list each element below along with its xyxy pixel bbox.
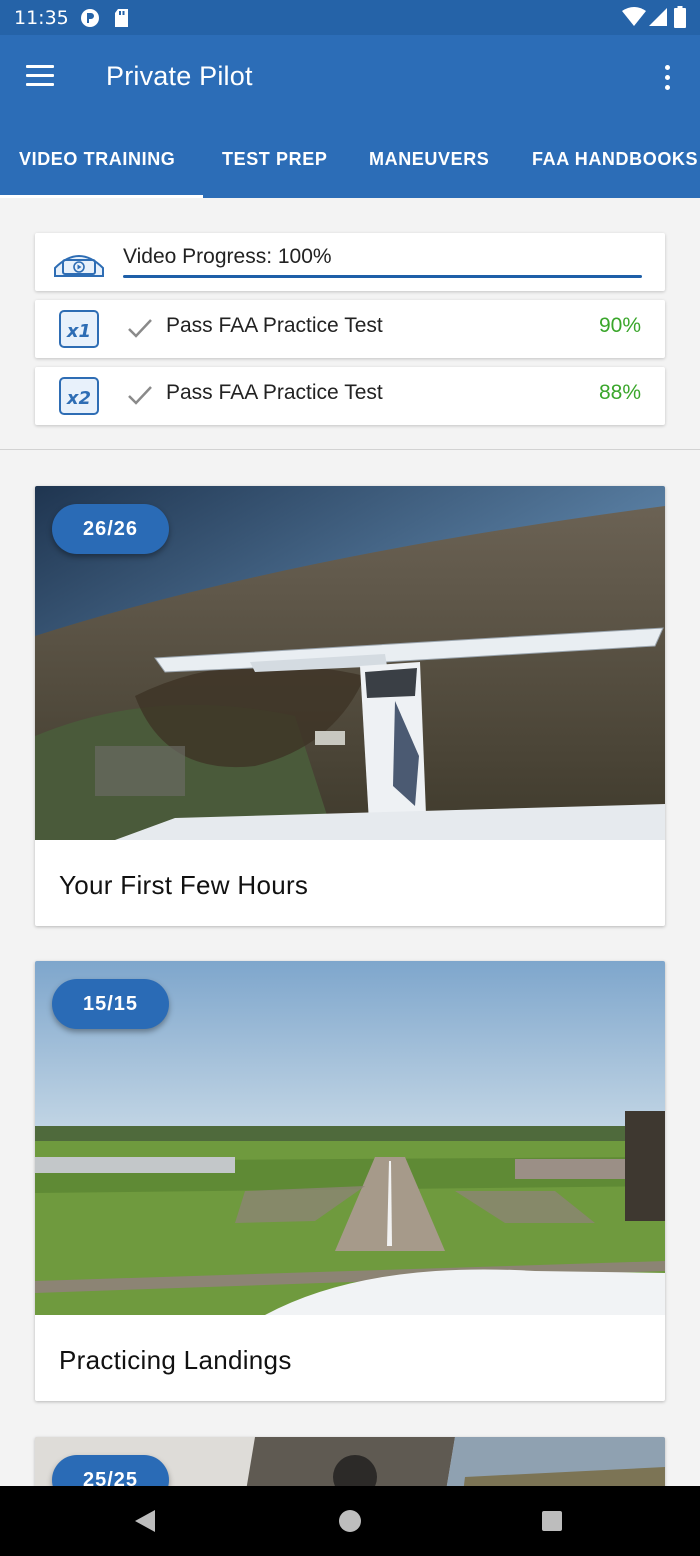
lesson-card[interactable]: 26/26 Your First Few Hours <box>35 486 665 926</box>
back-icon[interactable] <box>134 1509 156 1538</box>
video-progress-label: Video Progress: 100% <box>123 245 332 268</box>
practice-test-label: Pass FAA Practice Test <box>166 314 383 337</box>
signal-app-icon <box>80 8 100 33</box>
tab-bar: VIDEO TRAINING TEST PREP MANEUVERS FAA H… <box>0 135 700 198</box>
tab-test-prep[interactable]: TEST PREP <box>222 149 327 170</box>
practice-test-score: 90% <box>598 314 641 337</box>
lesson-title: Practicing Landings <box>59 1345 292 1375</box>
practice-test-row[interactable]: x1 Pass FAA Practice Test 90% <box>35 300 665 358</box>
system-nav-bar <box>0 1486 700 1556</box>
app-bar: Private Pilot VIDEO TRAINING TEST PREP M… <box>0 35 700 198</box>
lesson-card[interactable]: 15/15 Practicing Landings <box>35 961 665 1401</box>
video-progress-bar <box>123 275 642 278</box>
home-icon[interactable] <box>339 1510 361 1532</box>
page-title: Private Pilot <box>106 61 253 91</box>
x2-test-icon: x2 <box>57 375 107 415</box>
practice-test-score: 88% <box>598 381 641 404</box>
x1-test-icon: x1 <box>57 308 107 348</box>
progress-section: Video Progress: 100% x1 Pass FAA Practic… <box>0 198 700 450</box>
practice-test-row[interactable]: x2 Pass FAA Practice Test 88% <box>35 367 665 425</box>
tab-faa-handbooks[interactable]: FAA HANDBOOKS <box>532 149 698 170</box>
recents-icon[interactable] <box>542 1511 562 1531</box>
sd-card-icon <box>114 8 130 33</box>
svg-text:x1: x1 <box>66 321 91 342</box>
lesson-badge: 15/15 <box>52 979 169 1029</box>
check-icon <box>127 384 153 406</box>
wifi-icon <box>622 7 646 32</box>
lesson-badge: 26/26 <box>52 504 169 554</box>
status-bar: 11:35 <box>0 0 700 35</box>
svg-text:x2: x2 <box>66 388 91 409</box>
more-vert-icon[interactable] <box>657 63 677 93</box>
video-play-icon <box>53 242 104 282</box>
practice-test-label: Pass FAA Practice Test <box>166 381 383 404</box>
hamburger-menu-icon[interactable] <box>26 65 56 89</box>
status-time: 11:35 <box>14 7 69 29</box>
lesson-title: Your First Few Hours <box>59 870 309 900</box>
check-icon <box>127 317 153 339</box>
cell-signal-icon <box>648 7 668 32</box>
battery-icon <box>674 6 686 33</box>
video-progress-card[interactable]: Video Progress: 100% <box>35 233 665 291</box>
tab-video-training[interactable]: VIDEO TRAINING <box>19 149 175 170</box>
tab-maneuvers[interactable]: MANEUVERS <box>369 149 489 170</box>
